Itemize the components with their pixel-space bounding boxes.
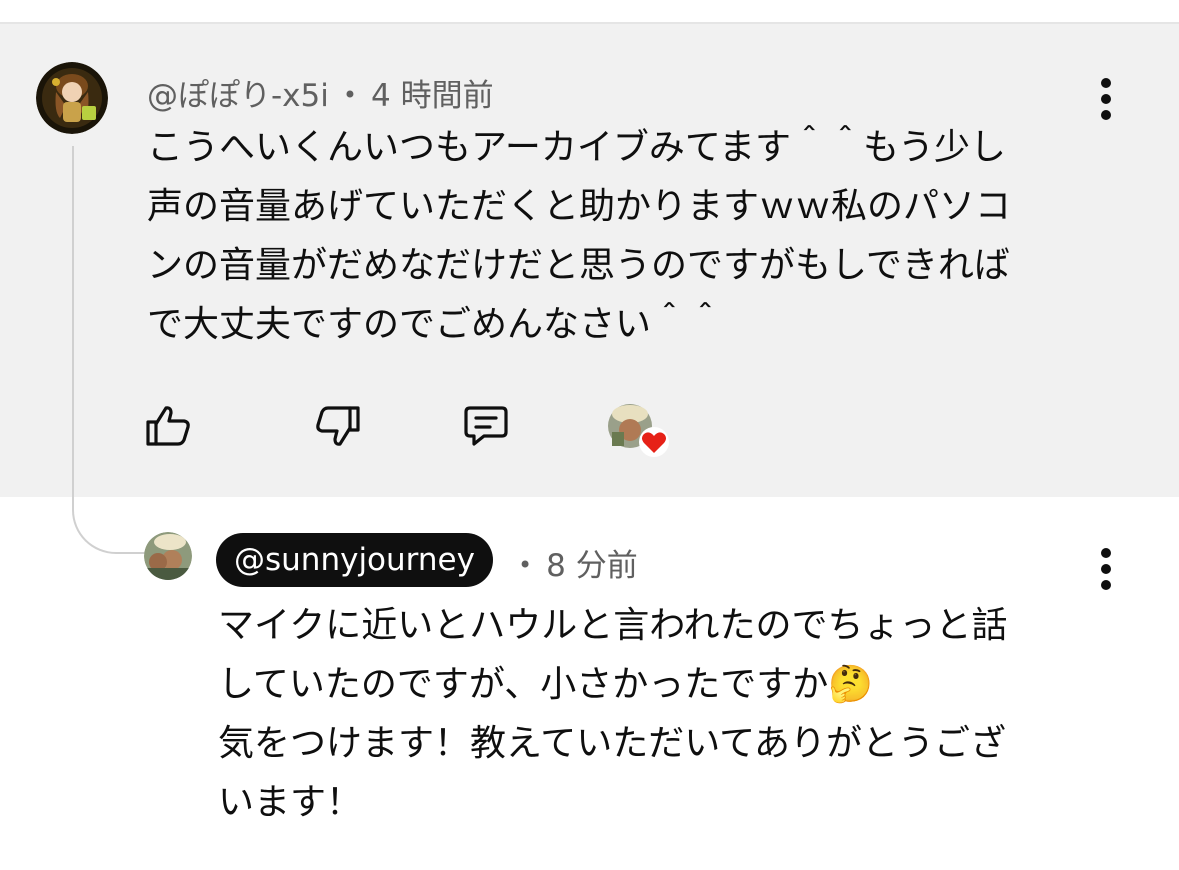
comment-meta: @ぽぽり-x5i • 4 時間前 — [147, 70, 494, 115]
meta-separator: • — [342, 81, 358, 109]
thumbs-down-icon — [316, 406, 360, 446]
comment-text-line: 声の音量あげていただくと助かりますｗｗ私のパソコ — [147, 186, 1012, 227]
reply-meta: • 8 分前 — [518, 540, 638, 585]
reply-text-line: マイクに近いとハウルと言われたのでちょっと話 — [218, 605, 1008, 646]
comment-text-line: ンの音量がだめなだけだと思うのですがもしできれば — [147, 245, 1010, 286]
like-button[interactable] — [144, 402, 192, 450]
comment-text-line: で大丈夫ですのでごめんなさい＾＾ — [147, 304, 724, 345]
more-vert-icon[interactable] — [1100, 548, 1112, 590]
reply-button[interactable] — [462, 402, 510, 450]
comment-time: 4 時間前 — [371, 78, 494, 114]
reply-author-creator-badge[interactable]: @sunnyjourney — [216, 533, 493, 587]
reply-text: マイクに近いとハウルと言われたのでちょっと話 していたのですが、小さかったですか… — [218, 596, 1118, 832]
reply-comment-icon — [464, 406, 508, 446]
comment-author[interactable]: @ぽぽり-x5i — [147, 78, 329, 114]
reply-author-avatar[interactable] — [144, 532, 192, 580]
creator-heart-icon — [639, 427, 669, 457]
thumbs-up-icon — [146, 406, 190, 446]
reply-time: 8 分前 — [546, 548, 638, 584]
reply-text-line: していたのですが、小さかったですか🤔 — [218, 664, 874, 705]
reply-text-line: います！ — [218, 782, 363, 823]
top-divider — [0, 0, 1179, 24]
creator-heart-badge — [608, 402, 670, 458]
comment-text-line: こうへいくんいつもアーカイブみてます＾＾もう少し — [147, 127, 1006, 168]
more-vert-icon[interactable] — [1100, 78, 1112, 120]
meta-separator: • — [518, 551, 533, 579]
dislike-button[interactable] — [314, 402, 362, 450]
comment-text: こうへいくんいつもアーカイブみてます＾＾もう少し 声の音量あげていただくと助かり… — [147, 118, 1107, 354]
reply-text-line: 気をつけます！教えていただいてありがとうござ — [218, 723, 1007, 764]
commenter-avatar[interactable] — [36, 62, 108, 134]
reply-thread-line — [72, 146, 150, 554]
